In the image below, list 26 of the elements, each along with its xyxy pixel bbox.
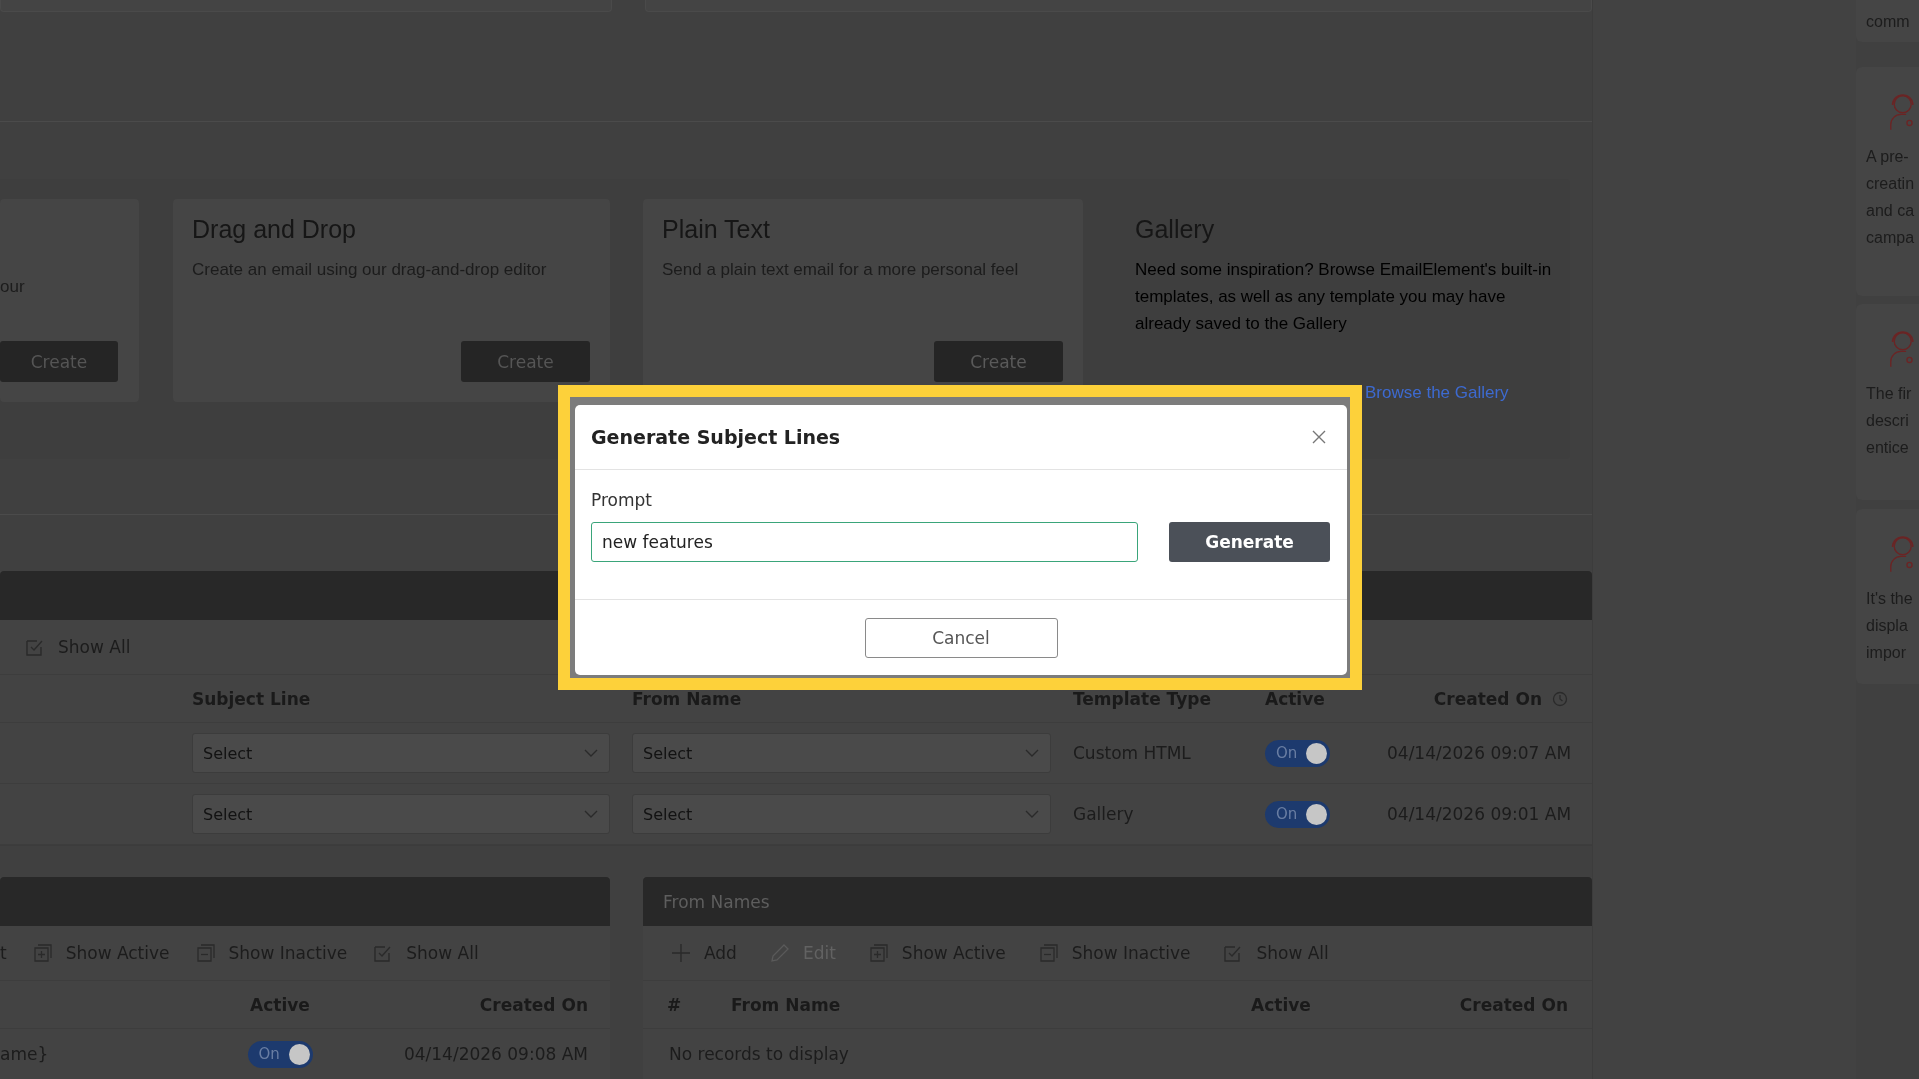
plus-icon	[670, 942, 692, 964]
cancel-button[interactable]: Cancel	[864, 617, 1058, 658]
field-label: Prompt	[591, 490, 653, 510]
chevron-down-icon	[583, 748, 599, 758]
prompt-field[interactable]: new features	[591, 522, 1138, 562]
chevron-down-icon	[1024, 748, 1040, 758]
select-field[interactable]: Select	[192, 794, 610, 834]
toggle-switch[interactable]: On	[1265, 800, 1330, 828]
plus-square-icon	[31, 942, 54, 964]
toggle-switch[interactable]: On	[247, 1040, 313, 1068]
chevron-down-icon	[583, 809, 599, 819]
card-description: Need some inspiration? Browse EmailElement's built-in templates, as well as any template you may have already saved to the Gallery	[1135, 259, 1553, 335]
clock-icon	[1552, 690, 1568, 707]
dialog-title: Generate Subject Lines	[591, 426, 841, 448]
gallery-link[interactable]: Browse the Gallery	[1365, 383, 1509, 403]
select-field[interactable]: Select	[192, 733, 610, 773]
generate-button[interactable]: Generate	[1169, 522, 1330, 562]
select-field[interactable]: Select	[632, 794, 1051, 834]
plus-square-icon	[867, 942, 890, 964]
chevron-down-icon	[1024, 809, 1040, 819]
select-field[interactable]: Select	[632, 733, 1051, 773]
close-icon	[1311, 429, 1327, 445]
minus-square-icon	[1037, 942, 1060, 964]
column-header: #	[667, 994, 683, 1015]
minus-square-icon	[194, 942, 217, 964]
toggle-switch[interactable]: On	[1265, 739, 1330, 767]
